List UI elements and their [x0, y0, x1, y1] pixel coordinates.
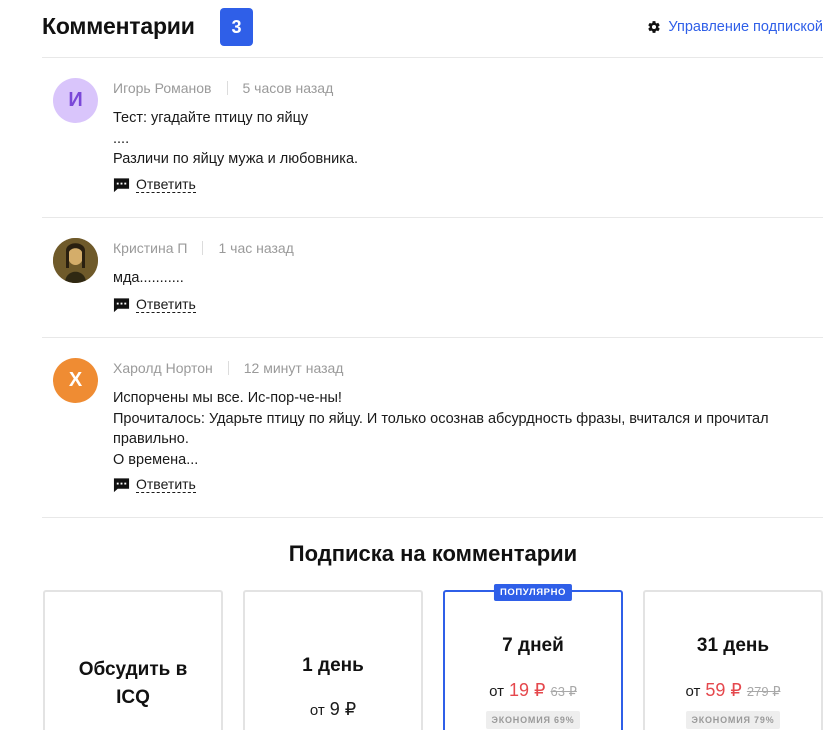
price-prefix: от — [489, 683, 505, 700]
price-value: 9 ₽ — [329, 699, 357, 719]
comment-meta: Игорь Романов 5 часов назад — [113, 80, 333, 96]
plan-name: 31 день — [696, 635, 770, 656]
plan-card-31-days[interactable]: 31 день от 59 ₽ 279 ₽ ЭКОНОМИЯ 79% — [643, 590, 823, 730]
manage-subscription-link[interactable]: Управление подпиской — [647, 19, 823, 35]
comment-line: Различи по яйцу мужа и любовника. — [113, 151, 359, 167]
gear-icon — [648, 21, 661, 33]
saving-row: ЭКОНОМИЯ 79% — [645, 710, 821, 729]
price-old: 279 ₽ — [746, 684, 781, 699]
comment-time: 5 часов назад — [242, 80, 334, 96]
saving-badge: ЭКОНОМИЯ 69% — [485, 711, 581, 729]
price-prefix: от — [309, 702, 325, 719]
divider — [42, 217, 823, 218]
comment-author[interactable]: Кристина П — [113, 240, 187, 256]
reply-label: Ответить — [136, 296, 196, 313]
comment-line: .... — [113, 130, 130, 147]
meta-separator — [227, 361, 229, 375]
price-old: 63 ₽ — [550, 684, 577, 699]
price-prefix: от — [685, 683, 701, 700]
comments-title: Комментарии — [42, 13, 195, 39]
comments-header: Комментарии 3 Управление подпиской — [42, 8, 823, 48]
comment-line: Испорчены мы все. Ис-пор-че-ны! — [113, 390, 342, 406]
comment-item: Кристина П 1 час назад мда........... От… — [42, 238, 823, 328]
divider — [42, 517, 823, 518]
comment-time: 1 час назад — [218, 240, 294, 256]
meta-separator — [202, 241, 204, 255]
comment-item: И Игорь Романов 5 часов назад Тест: угад… — [42, 78, 823, 208]
comments-count-badge: 3 — [220, 8, 253, 46]
reply-button[interactable]: Ответить — [113, 176, 196, 193]
plan-name: Обсудить в ICQ — [45, 656, 221, 712]
comment-item: Х Харолд Нортон 12 минут назад Испорчены… — [42, 358, 823, 508]
comment-bubble-icon — [113, 477, 130, 492]
reply-button[interactable]: Ответить — [113, 476, 196, 493]
reply-label: Ответить — [136, 476, 196, 493]
comment-bubble-icon — [113, 177, 130, 192]
divider — [42, 337, 823, 338]
comment-line: мда........... — [113, 270, 184, 286]
divider — [42, 57, 823, 58]
saving-badge: ЭКОНОМИЯ 79% — [685, 711, 781, 729]
reply-button[interactable]: Ответить — [113, 296, 196, 313]
avatar[interactable]: И — [53, 78, 98, 123]
plan-name-line: Обсудить в — [78, 659, 188, 680]
comment-line: О времена... — [113, 451, 199, 468]
plan-card-1-day[interactable]: 1 день от 9 ₽ — [243, 590, 423, 730]
reply-label: Ответить — [136, 176, 196, 193]
plan-card-icq[interactable]: Обсудить в ICQ — [43, 590, 223, 730]
comment-line: Тест: угадайте птицу по яйцу — [113, 110, 309, 126]
price-value: 59 ₽ — [705, 680, 742, 700]
avatar[interactable] — [53, 238, 98, 283]
plan-price: от 19 ₽ 63 ₽ — [445, 680, 621, 701]
comment-text: Тест: угадайте птицу по яйцу .... Различ… — [113, 108, 813, 170]
avatar-photo-icon — [53, 238, 98, 283]
comment-author[interactable]: Харолд Нортон — [113, 360, 213, 376]
comment-meta: Кристина П 1 час назад — [113, 240, 294, 256]
comment-text: Испорчены мы все. Ис-пор-че-ны! Прочитал… — [113, 388, 813, 470]
comment-line: Прочиталось: Ударьте птицу по яйцу. И то… — [113, 410, 769, 427]
comment-meta: Харолд Нортон 12 минут назад — [113, 360, 343, 376]
comment-bubble-icon — [113, 297, 130, 312]
subscription-title: Подписка на комментарии — [288, 541, 578, 566]
comment-author[interactable]: Игорь Романов — [113, 80, 212, 96]
comment-time: 12 минут назад — [243, 360, 344, 376]
plan-name: 7 дней — [502, 635, 564, 656]
plan-name-line: ICQ — [116, 687, 150, 708]
plan-card-7-days[interactable]: ПОПУЛЯРНО 7 дней от 19 ₽ 63 ₽ ЭКОНОМИЯ 6… — [443, 584, 623, 730]
plan-name: 1 день — [302, 655, 364, 676]
price-value: 19 ₽ — [509, 680, 546, 700]
popular-badge: ПОПУЛЯРНО — [493, 584, 573, 601]
meta-separator — [226, 81, 228, 95]
comment-text: мда........... — [113, 268, 813, 289]
saving-row: ЭКОНОМИЯ 69% — [445, 710, 621, 729]
comment-line: правильно. — [113, 431, 189, 447]
manage-subscription-label: Управление подпиской — [668, 19, 823, 35]
plan-price: от 59 ₽ 279 ₽ — [645, 680, 821, 701]
avatar[interactable]: Х — [53, 358, 98, 403]
plan-price: от 9 ₽ — [245, 699, 421, 720]
